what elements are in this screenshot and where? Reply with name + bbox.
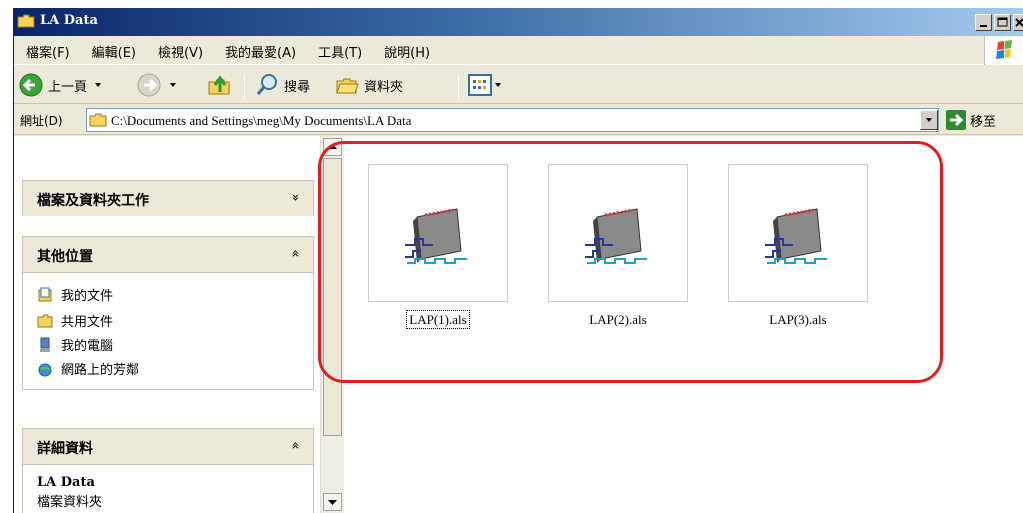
back-button[interactable]: 上一頁 [18,70,102,100]
scroll-up-button[interactable] [323,138,342,156]
forward-button[interactable] [136,70,176,100]
views-button[interactable] [468,70,501,100]
place-network[interactable]: 網路上的芳鄰 [37,359,139,378]
windows-logo-icon [984,36,1023,65]
file-list: LAP(1).als LAP(2).als LAP(3).als [346,136,1023,513]
back-arrow-icon [19,73,43,97]
place-label: 共用文件 [61,315,114,330]
file-item[interactable]: LAP(3).als [728,164,868,328]
up-folder-button[interactable] [206,70,232,100]
menu-help[interactable]: 說明(H) [384,42,430,61]
address-input[interactable]: C:\Documents and Settings\meg\My Documen… [86,108,939,132]
close-button[interactable] [1013,14,1023,31]
menu-tools[interactable]: 工具(T) [318,42,362,61]
folders-icon [336,78,359,94]
network-globe-icon [38,363,52,376]
collapse-chevron-icon[interactable]: « [288,442,303,450]
file-thumbnail [728,164,868,302]
address-path: C:\Documents and Settings\meg\My Documen… [111,113,412,128]
folder-icon [17,14,35,28]
details-panel-header[interactable]: 詳細資料 « [22,428,314,464]
window-title: LA Data [40,13,98,28]
address-bar: 網址(D) C:\Documents and Settings\meg\My D… [14,105,1023,135]
search-label: 搜尋 [284,79,311,95]
minimize-button[interactable] [975,14,992,31]
go-arrow-icon [946,110,966,130]
expand-chevron-icon[interactable]: » [288,194,303,202]
place-label: 網路上的芳鄰 [61,363,140,378]
content-area: 檔案及資料夾工作 » 其他位置 « 我的文件 共用文件 我的電腦 網路上的芳鄰 … [14,136,1023,513]
details-panel: LA Data 檔案資料夾 [22,464,314,513]
address-dropdown-button[interactable] [920,110,938,130]
folders-button[interactable]: 資料夾 [334,70,403,100]
menu-bar: 檔案(F) 編輯(E) 檢視(V) 我的最愛(A) 工具(T) 說明(H) [14,36,1023,65]
scroll-down-button[interactable] [323,493,342,511]
views-dropdown-icon[interactable] [495,83,501,87]
documents-icon [38,287,52,301]
back-label: 上一頁 [48,79,88,95]
vertical-scrollbar[interactable] [320,136,344,513]
file-tasks-panel-header[interactable]: 檔案及資料夾工作 » [22,180,314,216]
forward-dropdown-icon[interactable] [170,83,176,87]
file-name: LAP(3).als [769,312,827,327]
file-item[interactable]: LAP(2).als [548,164,688,328]
folders-label: 資料夾 [364,79,404,95]
arrow-up-icon [328,144,337,149]
go-button[interactable]: 移至 [946,110,996,130]
arrow-down-icon [328,500,337,505]
search-icon [256,74,277,95]
close-icon [1015,18,1023,27]
file-name: LAP(1).als [406,310,470,329]
menu-favorites[interactable]: 我的最愛(A) [225,42,296,61]
forward-arrow-icon [137,73,161,97]
file-tasks-title: 檔案及資料夾工作 [37,193,149,209]
maximize-icon [997,17,1008,27]
other-places-panel-header[interactable]: 其他位置 « [22,236,314,272]
views-icon [468,74,492,96]
other-places-title: 其他位置 [37,249,93,265]
other-places-panel: 我的文件 共用文件 我的電腦 網路上的芳鄰 [22,272,314,390]
collapse-chevron-icon[interactable]: « [288,250,303,258]
file-thumbnail [368,164,508,302]
place-my-documents[interactable]: 我的文件 [37,285,113,304]
explorer-window: LA Data 檔案(F) 編輯(E) 檢視(V) 我的最愛(A) 工具(T) … [13,8,1023,513]
title-bar[interactable]: LA Data [14,8,1023,36]
task-pane: 檔案及資料夾工作 » 其他位置 « 我的文件 共用文件 我的電腦 網路上的芳鄰 … [14,136,320,513]
maximize-button[interactable] [994,14,1011,31]
menu-file[interactable]: 檔案(F) [26,42,70,61]
menu-edit[interactable]: 編輯(E) [92,42,136,61]
file-name: LAP(2).als [589,312,647,327]
logic-analyzer-file-icon [765,208,827,264]
file-item[interactable]: LAP(1).als [368,164,508,329]
logic-analyzer-file-icon [405,208,467,264]
go-label: 移至 [970,114,997,130]
place-label: 我的電腦 [61,339,114,354]
details-type: 檔案資料夾 [37,495,103,510]
search-button[interactable]: 搜尋 [254,70,310,100]
folder-icon [37,314,53,327]
details-title: 詳細資料 [37,441,93,457]
menu-view[interactable]: 檢視(V) [158,42,203,61]
computer-icon [40,337,50,352]
folder-icon [89,113,107,127]
chevron-down-icon [926,118,932,122]
place-shared-documents[interactable]: 共用文件 [37,311,113,330]
toolbar: 上一頁 搜尋 資料夾 [14,66,1023,104]
file-thumbnail [548,164,688,302]
place-label: 我的文件 [61,289,114,304]
logic-analyzer-file-icon [585,208,647,264]
scroll-thumb[interactable] [323,158,342,436]
minimize-icon [980,25,987,27]
details-name: LA Data [37,475,95,490]
address-label: 網址(D) [20,114,63,128]
up-folder-icon [208,75,230,95]
place-my-computer[interactable]: 我的電腦 [37,335,113,354]
back-dropdown-icon[interactable] [95,83,102,87]
